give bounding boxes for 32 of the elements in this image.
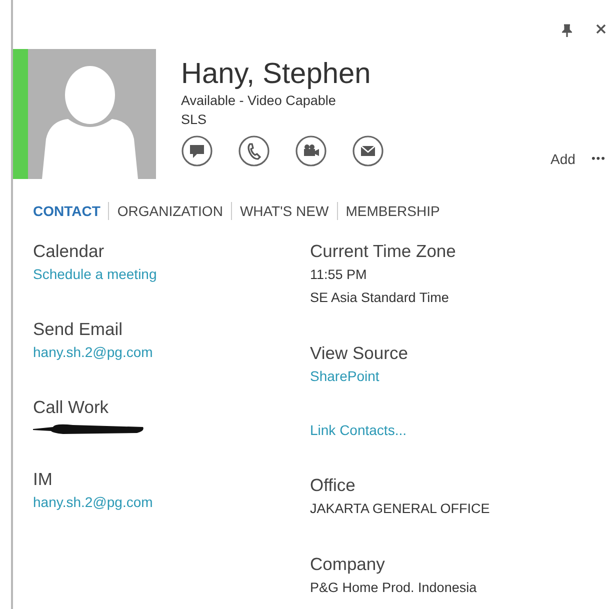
field-value: SE Asia Standard Time: [310, 289, 449, 307]
pin-icon[interactable]: [562, 24, 572, 37]
contact-name: Hany, Stephen: [181, 57, 372, 91]
link[interactable]: hany.sh.2@pg.com: [33, 341, 153, 363]
field-label: IM: [33, 468, 52, 491]
presence-status: Available - Video Capable: [181, 92, 337, 110]
department-label: SLS: [181, 111, 208, 129]
link[interactable]: SharePoint: [310, 365, 380, 387]
mail-icon[interactable]: [352, 135, 384, 167]
field-label: Current Time Zone: [310, 240, 456, 263]
close-icon[interactable]: [596, 24, 606, 34]
tab[interactable]: ORGANIZATION: [117, 203, 223, 219]
field-label: Company: [310, 553, 385, 576]
add-button[interactable]: Add: [550, 151, 576, 167]
field-label: Calendar: [33, 240, 104, 263]
field-label: View Source: [310, 342, 408, 365]
chat-icon[interactable]: [181, 135, 213, 167]
field-label: Call Work: [33, 396, 109, 419]
link[interactable]: hany.sh.2@pg.com: [33, 491, 153, 513]
link[interactable]: Link Contacts...: [310, 419, 406, 441]
tab[interactable]: CONTACT: [33, 203, 100, 219]
field-label: Send Email: [33, 318, 122, 341]
field-value: P&G Home Prod. Indonesia: [310, 579, 477, 597]
tab[interactable]: WHAT'S NEW: [240, 203, 329, 219]
tab[interactable]: MEMBERSHIP: [346, 203, 440, 219]
phone-icon[interactable]: [238, 135, 270, 167]
more-button[interactable]: •••: [591, 153, 606, 167]
link[interactable]: Schedule a meeting: [33, 263, 157, 285]
field-value: 11:55 PM: [310, 266, 367, 284]
field-label: Office: [310, 474, 356, 497]
field-value: JAKARTA GENERAL OFFICE: [310, 500, 490, 518]
video-camera-icon[interactable]: [295, 135, 327, 167]
